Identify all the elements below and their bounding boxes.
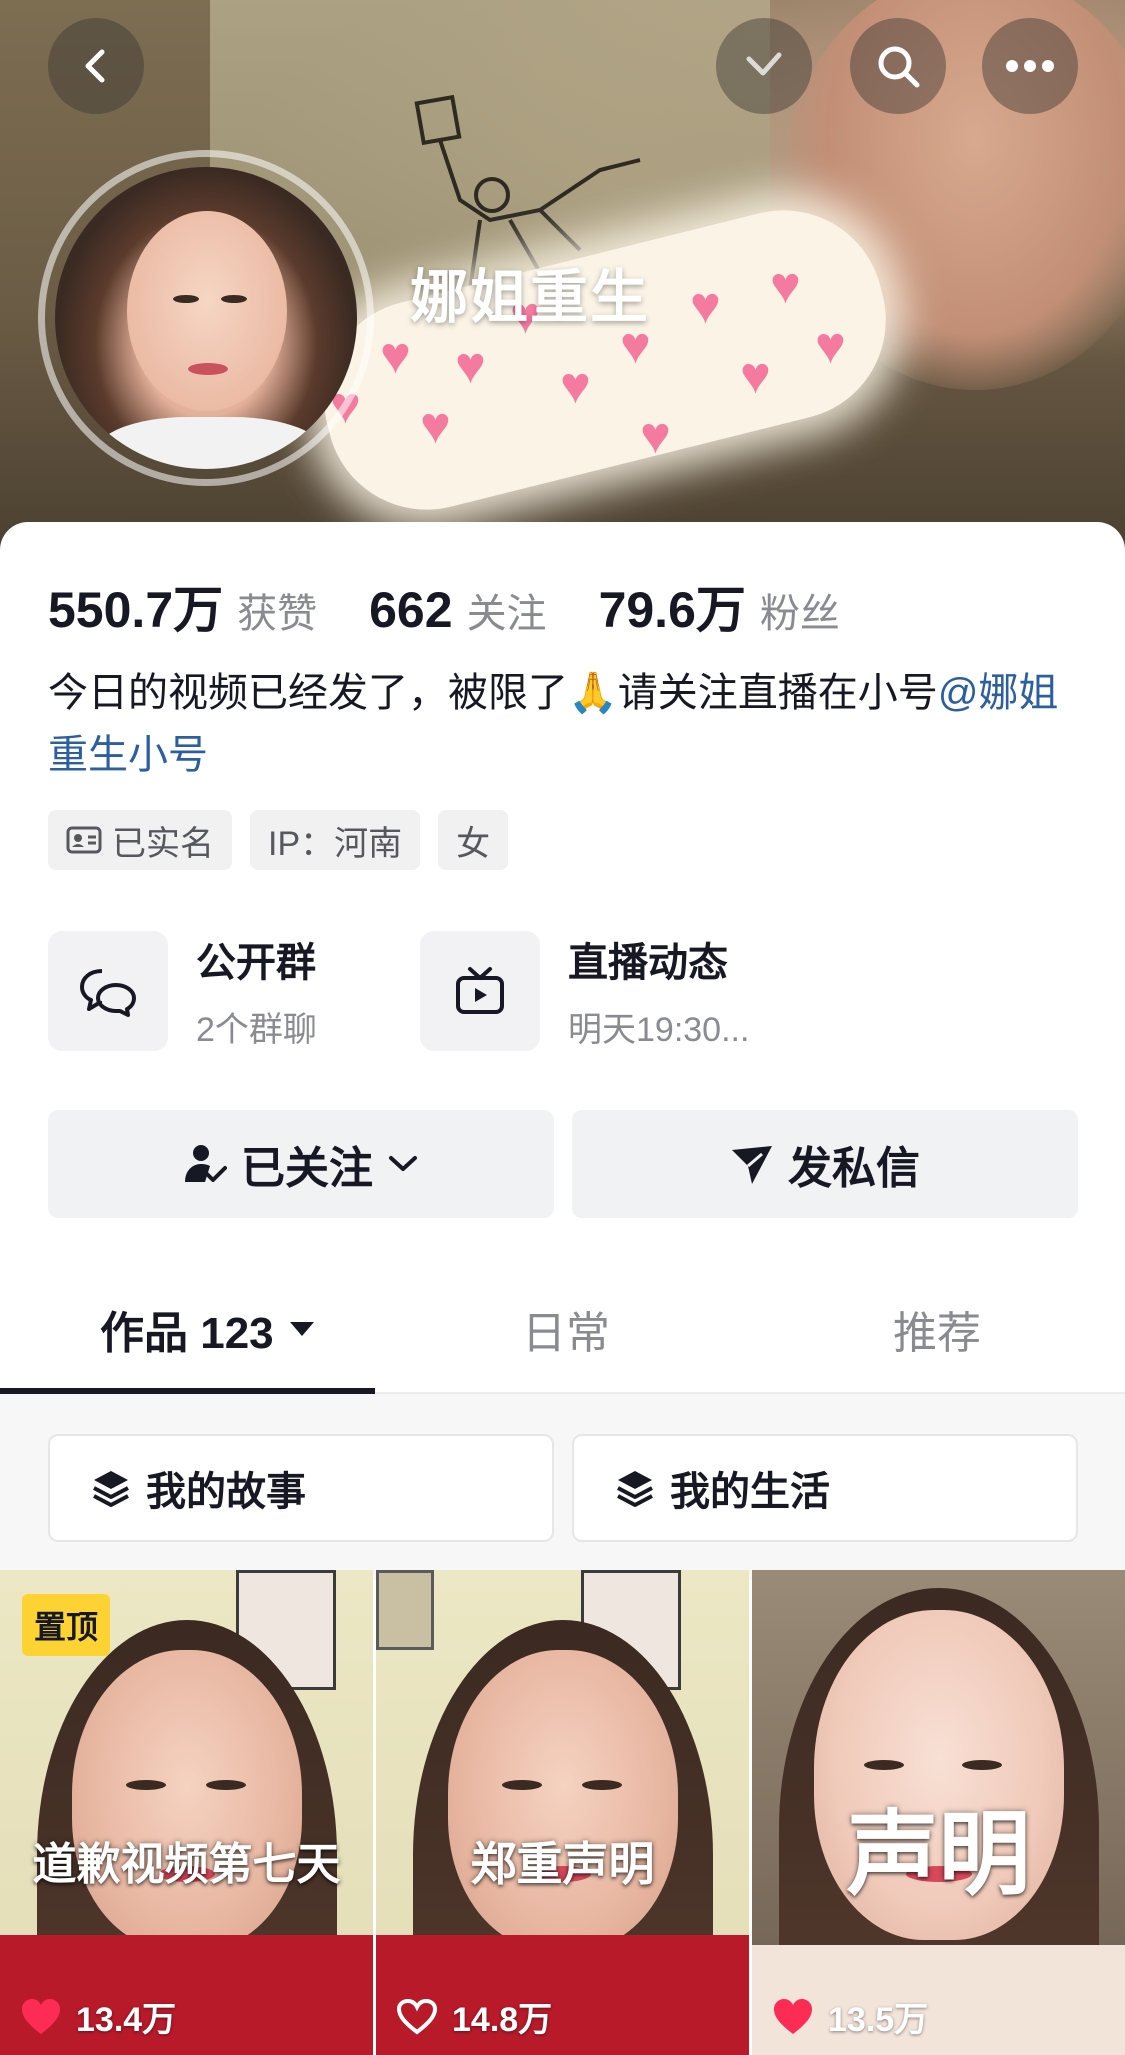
video-likes-count: 13.5万 [828, 2001, 929, 2039]
following-label[interactable]: 关注 [467, 581, 547, 639]
heart-filled-icon [774, 1998, 812, 2034]
video-likes-count: 14.8万 [452, 2001, 553, 2039]
following-button[interactable]: 已关注 [48, 1110, 554, 1218]
collections-bar: 我的故事 我的生活 [0, 1394, 1125, 1580]
likes-count: 550.7万 [48, 582, 224, 638]
tab-works[interactable]: 作品 123 [100, 1264, 316, 1394]
wall-frame [376, 1570, 434, 1650]
video-likes: 13.5万 [772, 1992, 928, 2041]
chevron-down-icon [389, 1156, 417, 1171]
send-message-button[interactable]: 发私信 [572, 1110, 1078, 1218]
more-icon [1006, 60, 1054, 72]
heart-icon: ♥ [380, 327, 411, 385]
send-message-label: 发私信 [788, 1144, 920, 1193]
profile-bio: 今日的视频已经发了，被限了🙏请关注直播在小号@娜姐重生小号 [48, 662, 1088, 786]
collection-my-story[interactable]: 我的故事 [48, 1434, 554, 1542]
layers-icon [617, 1471, 653, 1507]
profile-stats: 550.7万 获赞 662 关注 79.6万 粉丝 [48, 570, 892, 642]
collection-my-life-label: 我的生活 [670, 1470, 830, 1514]
live-schedule-entry[interactable]: 直播动态 明天19:30... [420, 930, 749, 1051]
profile-card: 550.7万 获赞 662 关注 79.6万 粉丝 今日的视频已经发了，被限了🙏… [0, 522, 1125, 2055]
id-card-icon [66, 826, 102, 854]
public-group-subtitle: 2个群聊 [196, 1011, 317, 1049]
video-grid: 置顶 道歉视频第七天 13.4万 郑重声明 14.8万 声明 13.5万 [0, 1570, 1125, 2055]
video-thumbnail[interactable]: 声明 13.5万 [752, 1570, 1125, 2055]
following-button-label: 已关注 [241, 1144, 373, 1193]
public-group-title: 公开群 [196, 941, 316, 985]
caret-down-icon [289, 1322, 314, 1336]
tab-daily[interactable]: 日常 [522, 1264, 610, 1394]
tag-verified-label: 已实名 [112, 824, 214, 863]
user-check-icon [185, 1145, 227, 1182]
tag-ip-label: IP：河南 [268, 824, 403, 863]
video-likes: 14.8万 [396, 1992, 552, 2041]
tv-icon [456, 966, 504, 1014]
heart-icon: ♥ [770, 257, 801, 315]
back-button[interactable] [48, 18, 144, 114]
likes-label[interactable]: 获赞 [237, 581, 317, 639]
followers-label[interactable]: 粉丝 [760, 581, 840, 639]
public-group-entry[interactable]: 公开群 2个群聊 [48, 930, 317, 1051]
live-schedule-subtitle: 明天19:30... [568, 1011, 750, 1049]
favorite-check-button[interactable] [716, 18, 812, 114]
video-overlay-title: 声明 [846, 1804, 1031, 1906]
tab-daily-label: 日常 [522, 1309, 610, 1358]
heart-icon: ♥ [815, 317, 846, 375]
live-schedule-title: 直播动态 [568, 941, 728, 985]
bio-text: 今日的视频已经发了，被限了🙏请关注直播在小号 [48, 671, 938, 715]
search-button[interactable] [850, 18, 946, 114]
tag-ip-location: IP：河南 [250, 810, 421, 870]
following-count[interactable]: 662 [369, 581, 452, 639]
tab-recommend[interactable]: 推荐 [893, 1264, 981, 1394]
live-schedule-icon-box [420, 930, 540, 1051]
search-icon [878, 46, 920, 88]
send-icon [732, 1146, 772, 1184]
tag-gender-label: 女 [456, 824, 491, 863]
tab-works-label: 作品 123 [100, 1309, 274, 1358]
heart-icon: ♥ [690, 277, 721, 335]
heart-filled-icon [22, 1998, 60, 2034]
profile-username: 娜姐重生 [410, 265, 651, 330]
public-group-icon-box [48, 930, 168, 1051]
check-icon [746, 52, 782, 76]
video-overlay-title: 郑重声明 [470, 1838, 655, 1890]
profile-cover: ♥ ♥ ♥ ♥ ♥ ♥ ♥ ♥ ♥ ♥ ♥ ♥ 娜姐重生 [0, 0, 1125, 560]
video-likes-count: 13.4万 [76, 2001, 177, 2039]
heart-icon: ♥ [560, 357, 591, 415]
profile-tags: 已实名 IP：河南 女 [48, 810, 509, 870]
chat-bubbles-icon [80, 968, 136, 1017]
collection-my-story-label: 我的故事 [146, 1470, 306, 1514]
avatar-photo [55, 167, 357, 469]
heart-icon: ♥ [740, 347, 771, 405]
tag-verified[interactable]: 已实名 [48, 810, 232, 870]
video-overlay-title: 道歉视频第七天 [32, 1840, 341, 1889]
followers-count[interactable]: 79.6万 [599, 570, 746, 642]
heart-outline-icon [396, 1998, 438, 2035]
tag-gender: 女 [438, 810, 509, 870]
layers-icon [93, 1471, 129, 1507]
avatar[interactable] [38, 150, 374, 486]
pinned-badge: 置顶 [22, 1594, 111, 1656]
tab-recommend-label: 推荐 [893, 1309, 981, 1358]
content-tabs: 作品 123 日常 推荐 [0, 1264, 1125, 1394]
collection-my-life[interactable]: 我的生活 [572, 1434, 1078, 1542]
video-thumbnail[interactable]: 置顶 道歉视频第七天 13.4万 [0, 1570, 373, 2055]
video-likes: 13.4万 [20, 1992, 176, 2041]
video-thumbnail[interactable]: 郑重声明 14.8万 [376, 1570, 749, 2055]
more-options-button[interactable] [982, 18, 1078, 114]
heart-icon: ♥ [640, 407, 671, 465]
heart-icon: ♥ [420, 397, 451, 455]
heart-icon: ♥ [455, 337, 486, 395]
chevron-left-icon [85, 49, 105, 83]
